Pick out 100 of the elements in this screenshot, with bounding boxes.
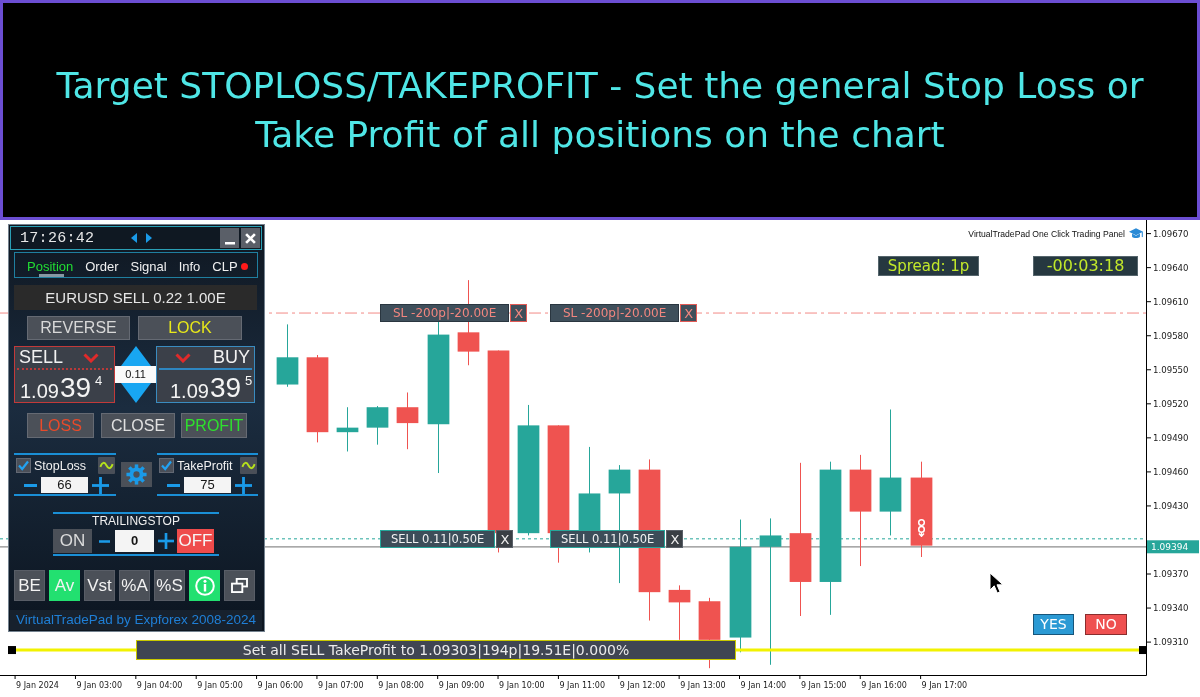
time-axis-label: 9 Jan 07:00 xyxy=(317,681,364,690)
time-axis-label: 9 Jan 12:00 xyxy=(619,681,666,690)
plus-icon[interactable] xyxy=(235,476,252,494)
windows-button[interactable] xyxy=(224,570,255,601)
close-icon xyxy=(245,232,256,244)
bearish-candle xyxy=(396,391,419,450)
price-axis-label: 1.09550 xyxy=(1153,365,1189,375)
no-button[interactable]: NO xyxy=(1085,614,1127,635)
sell-label: SELL xyxy=(19,347,64,368)
info-icon xyxy=(194,575,215,596)
price-tag: 1.09394 xyxy=(1147,540,1199,554)
take-profit-input[interactable]: 75 xyxy=(184,477,231,493)
wave-icon[interactable] xyxy=(240,457,257,474)
target-label: Set all SELL TakeProfit to 1.09303|194p|19.51E|0.000% xyxy=(136,640,736,661)
checkbox[interactable] xyxy=(16,458,31,473)
toolbar-button[interactable]: Vst xyxy=(84,570,115,601)
plus-icon[interactable] xyxy=(92,476,109,494)
clock: 17:26:42 xyxy=(20,229,95,247)
banner-title: Target STOPLOSS/TAKEPROFIT - Set the general Stop Loss or Take Profit of all positions on the chart xyxy=(55,64,1145,157)
price-axis-label: 1.09670 xyxy=(1153,228,1189,239)
bearish-candle xyxy=(698,597,721,669)
bullish-candle xyxy=(366,405,389,446)
price-axis-label: 1.09520 xyxy=(1153,399,1189,409)
price-axis-label: 1.09490 xyxy=(1153,433,1189,444)
price-axis-label: 1.09640 xyxy=(1153,262,1189,273)
spread-display: Spread: 1p xyxy=(878,256,979,276)
price-axis-label: 1.09460 xyxy=(1153,467,1189,478)
chevron-down-icon xyxy=(83,352,99,363)
position-tag[interactable]: SELL 0.11|0.50E xyxy=(550,529,666,548)
tab[interactable]: CLP xyxy=(212,253,248,277)
trailing-stop-label: TRAILINGSTOP xyxy=(91,514,181,529)
minus-icon[interactable] xyxy=(24,483,37,487)
chart-caption: VirtualTradePad One Click Trading Panel xyxy=(968,229,1125,239)
close-tag-button[interactable]: X xyxy=(666,529,684,548)
checkbox[interactable] xyxy=(159,458,174,473)
left-arrow-icon[interactable] xyxy=(131,233,138,243)
toolbar-button[interactable]: %S xyxy=(154,570,185,601)
time-axis-label: 9 Jan 06:00 xyxy=(257,681,304,690)
tab[interactable]: Info xyxy=(178,253,201,277)
price-axis-label: 1.09610 xyxy=(1153,296,1189,307)
bullish-candle xyxy=(336,406,359,452)
gear-icon xyxy=(126,464,147,485)
reverse-button[interactable]: REVERSE xyxy=(27,316,130,340)
toolbar-button[interactable]: %A xyxy=(119,570,150,601)
triangle-up-icon[interactable] xyxy=(120,346,151,366)
time-axis-label: 9 Jan 16:00 xyxy=(861,681,907,690)
profit-button[interactable]: PROFIT xyxy=(181,413,247,438)
price-axis-label: 1.09430 xyxy=(1153,501,1189,512)
panel-footer: VirtualTradePad by Expforex 2008-2024 xyxy=(10,610,262,630)
time-axis-label: 9 Jan 03:00 xyxy=(76,681,122,690)
bearish-candle xyxy=(668,584,691,641)
time-axis-label: 9 Jan 10:00 xyxy=(499,681,545,690)
plus-icon[interactable] xyxy=(158,533,174,549)
lot-input[interactable]: 0.11 xyxy=(115,366,156,383)
time-axis-label: 9 Jan 14:00 xyxy=(740,681,787,690)
time-axis-label: 9 Jan 09:00 xyxy=(438,681,485,690)
minus-icon[interactable] xyxy=(99,539,110,543)
graduation-cap-icon[interactable] xyxy=(1129,228,1143,240)
triangle-down-icon[interactable] xyxy=(120,383,151,403)
stop-loss-tag[interactable]: SL -200p|-20.00E xyxy=(550,304,680,323)
ring-marker-icon[interactable] xyxy=(917,518,926,537)
tab[interactable]: Position xyxy=(27,253,74,277)
time-axis-label: 9 Jan 17:00 xyxy=(921,681,968,690)
chevron-down-icon xyxy=(175,352,191,363)
mouse-pointer-icon xyxy=(989,572,1004,594)
time-axis-label: 9 Jan 08:00 xyxy=(378,681,424,690)
right-arrow-icon[interactable] xyxy=(146,233,153,243)
time-axis-label: 9 Jan 04:00 xyxy=(136,681,183,690)
tab[interactable]: Signal xyxy=(130,253,167,277)
bullish-candle xyxy=(276,323,299,388)
drag-handle[interactable] xyxy=(1139,646,1147,655)
settings-button[interactable] xyxy=(121,462,152,487)
bar-timer: -00:03:18 xyxy=(1033,256,1138,276)
time-axis-label: 9 Jan 05:00 xyxy=(197,681,243,690)
price-axis-label: 1.09580 xyxy=(1153,330,1189,341)
toolbar-button[interactable]: BE xyxy=(14,570,45,601)
stop-loss-input[interactable]: 66 xyxy=(41,477,88,493)
close-button[interactable] xyxy=(241,228,260,248)
stop-loss-label: StopLoss xyxy=(34,458,87,473)
minus-icon[interactable] xyxy=(167,483,180,487)
minimize-icon xyxy=(224,242,235,245)
buy-label: BUY xyxy=(213,347,250,368)
position-tag[interactable]: SELL 0.11|0.50E xyxy=(380,529,496,548)
time-axis-label: 9 Jan 11:00 xyxy=(559,681,605,690)
close-tag-button[interactable]: X xyxy=(496,529,514,548)
time-axis-label: 9 Jan 13:00 xyxy=(680,681,726,690)
minimize-button[interactable] xyxy=(220,228,239,248)
lock-button[interactable]: LOCK xyxy=(138,316,242,340)
take-profit-label: TakeProfit xyxy=(177,458,233,473)
tab[interactable]: Order xyxy=(85,253,119,277)
time-axis-label: 9 Jan 15:00 xyxy=(800,681,847,690)
trailing-stop-input[interactable]: 0 xyxy=(115,530,154,552)
overlapping-windows-icon xyxy=(231,578,248,593)
stop-loss-tag[interactable]: SL -200p|-20.00E xyxy=(380,304,510,323)
wave-icon[interactable] xyxy=(98,457,115,474)
on-button[interactable]: ON xyxy=(53,529,92,553)
drag-handle[interactable] xyxy=(8,646,16,655)
time-axis-label: 9 Jan 2024 xyxy=(16,681,59,690)
close-all-button[interactable]: CLOSE xyxy=(101,413,175,438)
price-axis-label: 1.09310 xyxy=(1153,637,1189,648)
